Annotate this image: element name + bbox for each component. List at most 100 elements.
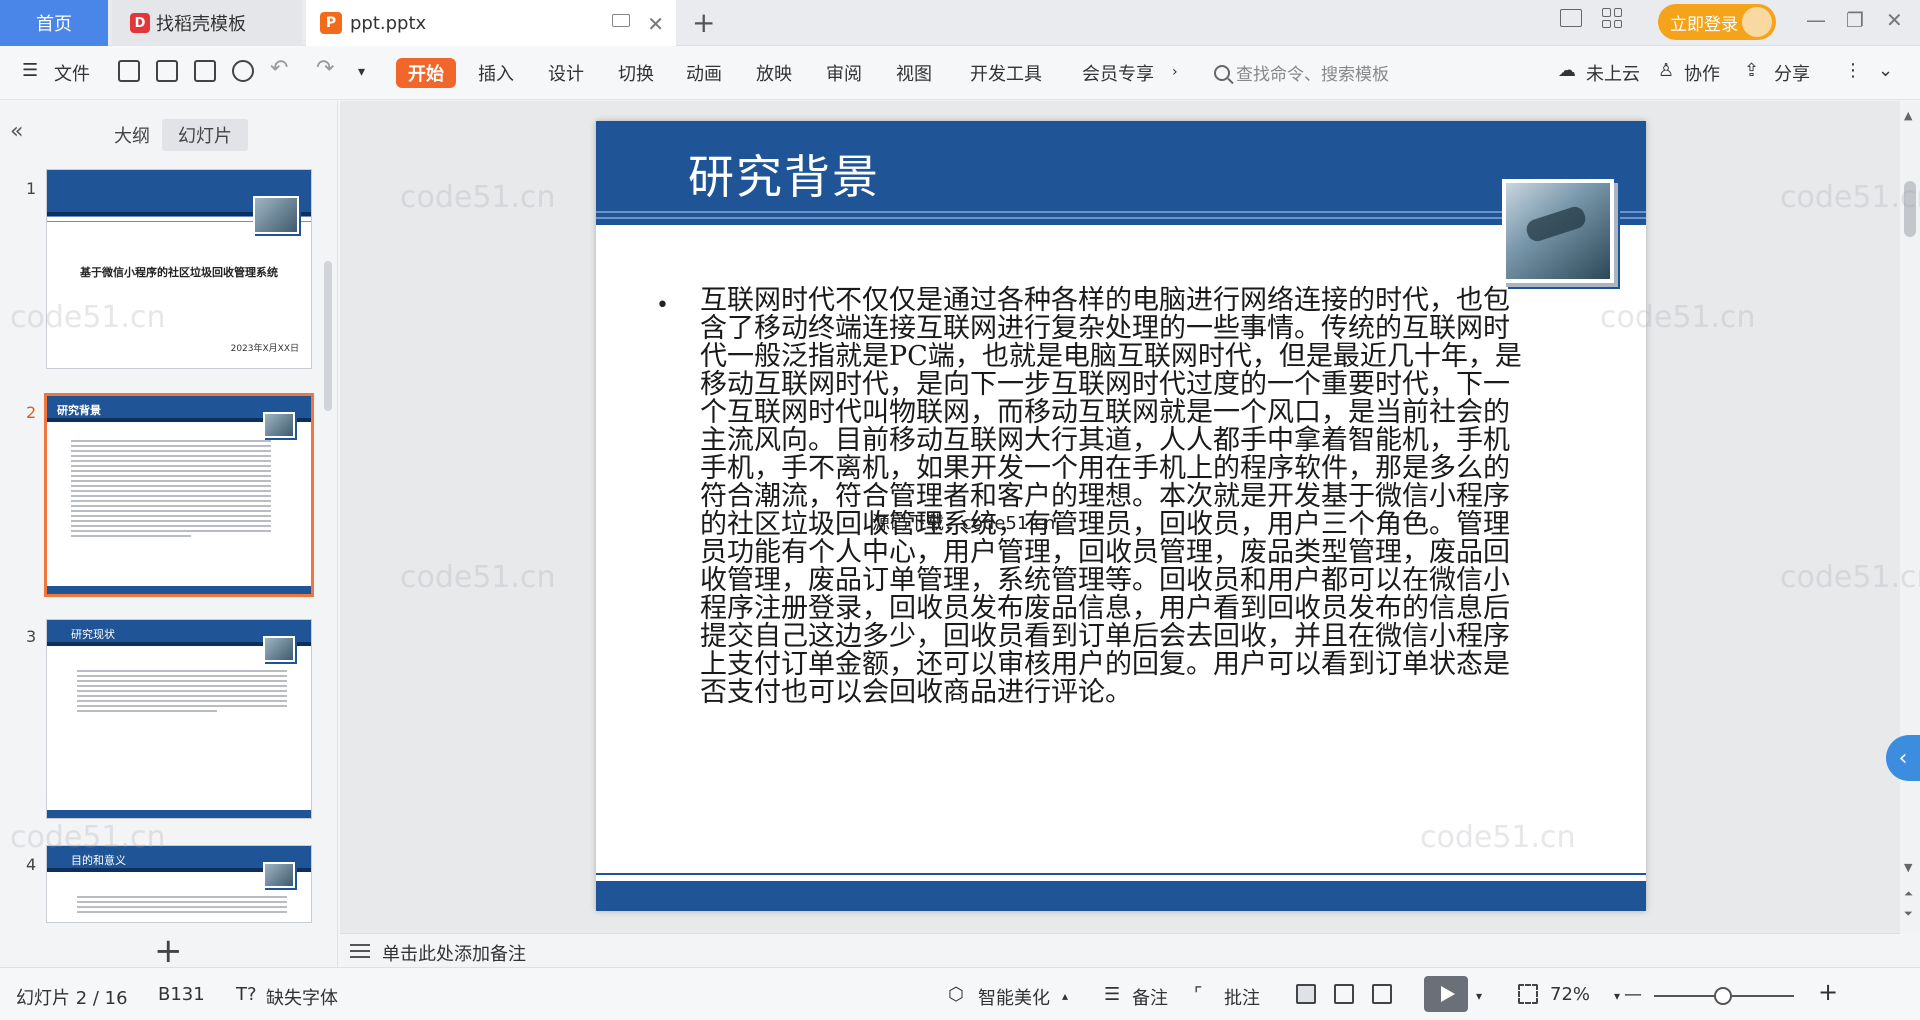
slide-number: 4 [26, 855, 37, 874]
save-icon[interactable] [118, 60, 140, 82]
minimize-icon[interactable]: — [1806, 8, 1826, 32]
close-tab-icon[interactable]: ✕ [647, 12, 664, 36]
tab-outline[interactable]: 大纲 [98, 119, 166, 151]
login-label: 立即登录 [1670, 14, 1738, 35]
add-slide-button[interactable]: + [154, 931, 183, 971]
zoom-out-icon[interactable]: — [1624, 984, 1642, 1005]
tab-docer-label: 找稻壳模板 [156, 14, 246, 35]
scroll-up-icon[interactable]: ▲ [1904, 109, 1912, 122]
next-slide-icon[interactable]: ⏷ [1904, 907, 1913, 921]
presentation-icon: P [320, 12, 342, 34]
comments-button[interactable]: 批注 [1224, 984, 1260, 1010]
docer-icon: D [130, 13, 150, 33]
login-button[interactable]: 立即登录 [1658, 4, 1776, 40]
command-search[interactable]: 查找命令、搜索模板 [1214, 60, 1389, 85]
tab-home[interactable]: 首页 [0, 0, 108, 46]
print-icon[interactable] [194, 60, 216, 82]
slide-title[interactable]: 研究背景 [688, 141, 880, 207]
collab-button[interactable]: 协作 [1684, 60, 1720, 86]
prev-slide-icon[interactable]: ⏶ [1904, 887, 1913, 901]
new-tab-button[interactable]: + [692, 6, 715, 39]
slide-footer-bar [596, 873, 1646, 911]
comment-icon: ⌜ [1194, 984, 1203, 1005]
undo-icon[interactable]: ↶ [270, 56, 288, 81]
play-slideshow-button[interactable] [1424, 976, 1468, 1012]
zoom-in-icon[interactable]: + [1818, 978, 1838, 1006]
thumb-footer [47, 586, 311, 594]
menu-home[interactable]: 开始 [396, 58, 456, 88]
search-placeholder: 查找命令、搜索模板 [1236, 65, 1389, 85]
menu-animation[interactable]: 动画 [686, 60, 722, 86]
menu-insert[interactable]: 插入 [478, 60, 514, 86]
menu-member[interactable]: 会员专享 [1082, 60, 1154, 86]
slide-thumbnail-2[interactable]: 研究背景 [44, 393, 314, 597]
notes-toggle-button[interactable]: 备注 [1132, 984, 1168, 1010]
slide-counter: 幻灯片 2 / 16 [16, 988, 128, 1009]
scroll-thumb[interactable] [1904, 181, 1916, 237]
slide-panel: « 大纲 幻灯片 1 基于微信小程序的社区垃圾回收管理系统 2023年X月XX日… [0, 101, 338, 971]
menu-developer[interactable]: 开发工具 [970, 60, 1042, 86]
menu-slideshow[interactable]: 放映 [756, 60, 792, 86]
slide-thumbnail-1[interactable]: 基于微信小程序的社区垃圾回收管理系统 2023年X月XX日 [46, 169, 312, 369]
play-options-icon[interactable]: ▾ [1476, 989, 1482, 1003]
slide-thumbnail-4[interactable]: 目的和意义 [46, 845, 312, 923]
canvas-scrollbar[interactable]: ▲ ▼ ⏶ ⏷ [1900, 101, 1920, 933]
normal-view-icon[interactable] [1296, 984, 1316, 1004]
collapse-ribbon-icon[interactable]: ⌄ [1878, 60, 1893, 81]
missing-font-button[interactable]: 缺失字体 [266, 984, 338, 1010]
collapse-panel-icon[interactable]: « [10, 119, 23, 144]
slide-body-text[interactable]: 互联网时代不仅仅是通过各种各样的电脑进行网络连接的时代，也包含了移动终端连接互联… [700, 287, 1530, 707]
fit-window-icon[interactable] [1518, 984, 1538, 1004]
more-menu-icon[interactable]: › [1172, 64, 1178, 80]
scroll-down-icon[interactable]: ▼ [1904, 861, 1912, 874]
thumb-title: 研究现状 [71, 628, 115, 641]
notes-bar[interactable]: 单击此处添加备注 [340, 933, 1900, 967]
slide-thumbnail-3[interactable]: 研究现状 [46, 619, 312, 819]
slide-number: 3 [26, 627, 37, 646]
handshake-photo [1502, 179, 1614, 283]
tab-docer[interactable]: D 找稻壳模板 [112, 0, 302, 46]
share-icon: ⇪ [1744, 60, 1760, 81]
reading-view-icon[interactable] [1372, 984, 1392, 1004]
tab-slides[interactable]: 幻灯片 [162, 119, 248, 151]
menu-transition[interactable]: 切换 [618, 60, 654, 86]
restore-icon[interactable]: ❐ [1846, 8, 1864, 32]
current-slide[interactable]: 研究背景 • 互联网时代不仅仅是通过各种各样的电脑进行网络连接的时代，也包含了移… [596, 121, 1646, 911]
apps-grid-icon[interactable] [1602, 8, 1622, 28]
share-button[interactable]: 分享 [1774, 60, 1810, 86]
panel-scrollbar[interactable] [324, 261, 332, 411]
beautify-button[interactable]: 智能美化 [978, 984, 1050, 1010]
monitor-icon[interactable] [612, 14, 630, 27]
slide-number: 1 [26, 179, 37, 198]
slide-number: 2 [26, 403, 37, 422]
export-pdf-icon[interactable] [156, 60, 178, 82]
close-window-icon[interactable]: ✕ [1886, 8, 1903, 32]
notes-placeholder[interactable]: 单击此处添加备注 [382, 940, 526, 966]
layout-icon[interactable] [1560, 9, 1582, 27]
menu-view[interactable]: 视图 [896, 60, 932, 86]
thumb-title: 研究背景 [57, 404, 101, 417]
overlay-watermark-text: 源码下载：code51.cn [872, 513, 1056, 534]
zoom-level[interactable]: 72% [1550, 984, 1590, 1005]
avatar-icon [1742, 7, 1772, 37]
chevron-down-icon[interactable]: ▾ [358, 64, 365, 80]
collab-icon: ♙ [1658, 60, 1675, 81]
zoom-options-icon[interactable]: ▾ [1614, 989, 1620, 1003]
cloud-icon: ☁ [1558, 60, 1576, 81]
menu-review[interactable]: 审阅 [826, 60, 862, 86]
bullet-icon: • [656, 293, 669, 318]
chevron-up-icon[interactable]: ▴ [1062, 989, 1068, 1003]
zoom-slider-handle[interactable] [1714, 987, 1732, 1005]
redo-icon[interactable]: ↷ [316, 56, 334, 81]
thumb-text [77, 670, 287, 715]
cloud-status[interactable]: 未上云 [1586, 60, 1640, 86]
menu-design[interactable]: 设计 [548, 60, 584, 86]
sorter-view-icon[interactable] [1334, 984, 1354, 1004]
tab-document[interactable]: P ppt.pptx ✕ [306, 0, 676, 46]
menu-file[interactable]: 文件 [54, 60, 90, 86]
window-tools [1560, 8, 1622, 28]
missing-font-icon: T? [236, 984, 257, 1005]
more-options-icon[interactable]: ⋮ [1844, 60, 1862, 81]
preview-icon[interactable] [232, 60, 254, 82]
hamburger-icon[interactable]: ☰ [22, 60, 38, 81]
